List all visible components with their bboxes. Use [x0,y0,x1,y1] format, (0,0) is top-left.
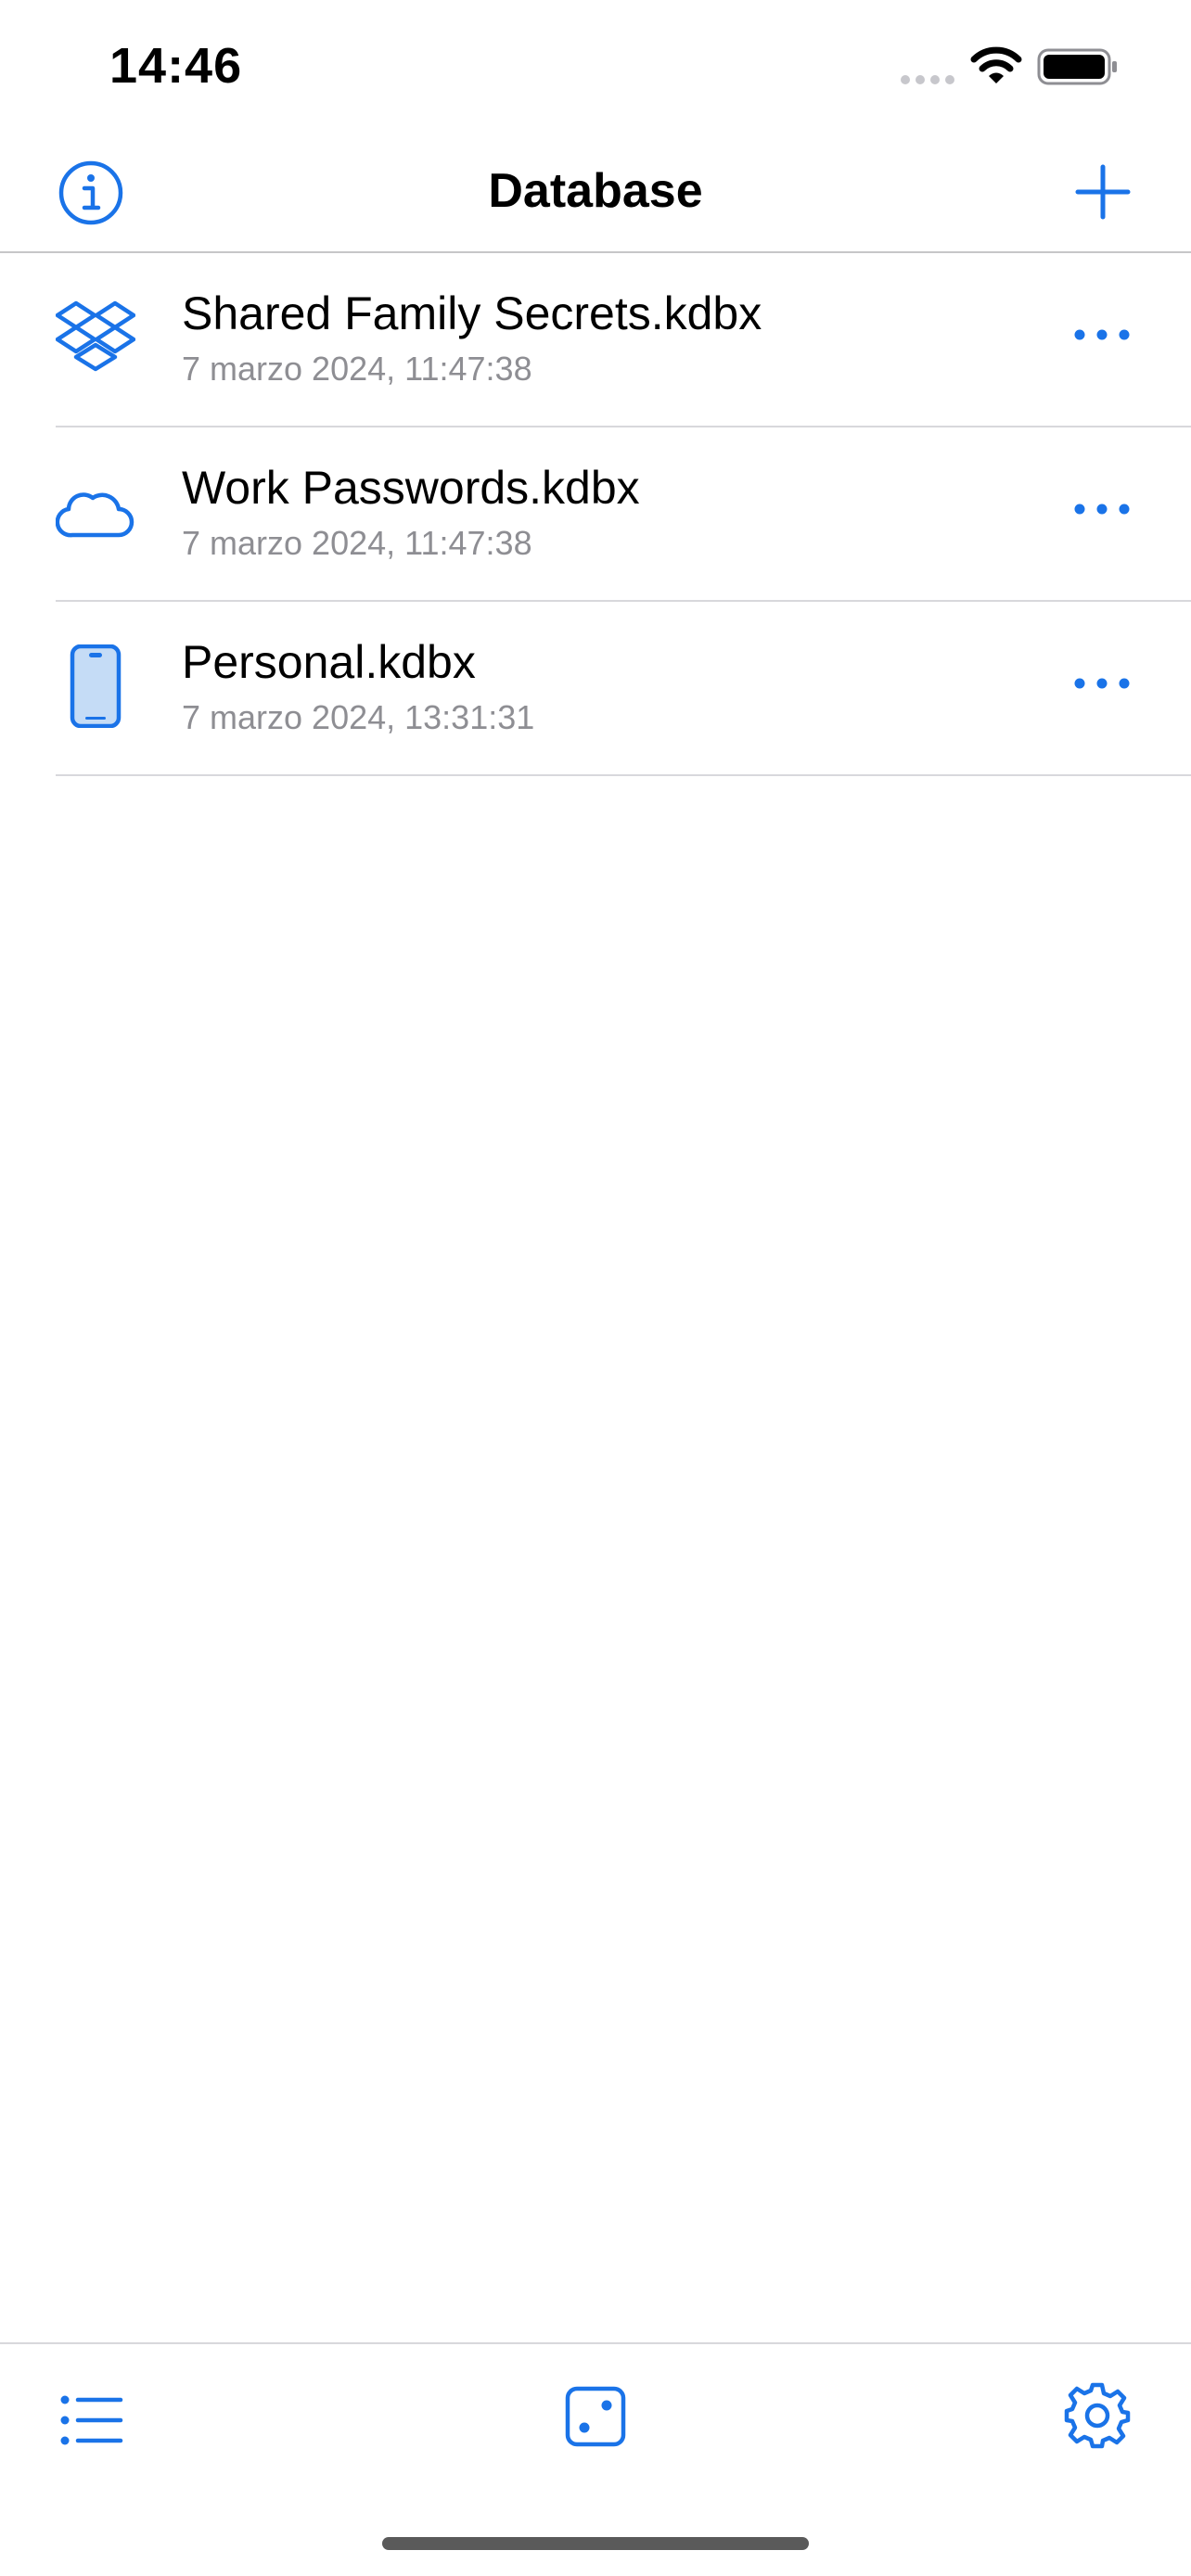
bottom-toolbar [0,2342,1191,2491]
row-separator [56,774,1191,776]
database-date: 7 marzo 2024, 11:47:38 [182,350,532,388]
status-time: 14:46 [109,38,243,94]
list-icon[interactable] [59,2392,124,2448]
database-row-personal[interactable]: Personal.kdbx 7 marzo 2024, 13:31:31 [0,602,1191,776]
battery-icon [1037,48,1117,85]
page-title: Database [488,164,703,218]
home-indicator [382,2537,809,2550]
database-date: 7 marzo 2024, 13:31:31 [182,698,535,736]
navigation-bar: Database [0,130,1191,253]
database-name: Personal.kdbx [182,636,476,688]
database-name: Work Passwords.kdbx [182,462,640,514]
dice-icon[interactable] [564,2385,627,2448]
cloud-icon [56,492,134,538]
status-bar: 14:46 [0,0,1191,130]
dropbox-icon [56,300,135,372]
database-list-screen: 14:46 Database Shared Family Secrets.kdb… [0,0,1191,2576]
database-row-work-passwords[interactable]: Work Passwords.kdbx 7 marzo 2024, 11:47:… [0,427,1191,602]
wifi-icon [970,46,1022,83]
more-options-button[interactable] [1067,312,1137,357]
database-list: Shared Family Secrets.kdbx 7 marzo 2024,… [0,253,1191,776]
cellular-signal-icon [901,75,954,84]
database-row-shared-family[interactable]: Shared Family Secrets.kdbx 7 marzo 2024,… [0,253,1191,427]
gear-icon[interactable] [1063,2381,1132,2450]
database-name: Shared Family Secrets.kdbx [182,287,762,339]
more-options-button[interactable] [1067,661,1137,706]
add-database-button[interactable] [1074,163,1132,221]
more-options-button[interactable] [1067,487,1137,531]
iphone-icon [70,644,122,728]
database-date: 7 marzo 2024, 11:47:38 [182,524,532,562]
